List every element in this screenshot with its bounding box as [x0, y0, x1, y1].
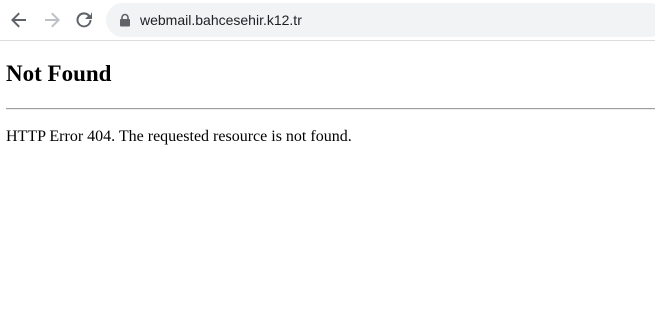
reload-button[interactable]: [69, 5, 99, 35]
back-button[interactable]: [4, 5, 34, 35]
url-text[interactable]: webmail.bahcesehir.k12.tr: [140, 3, 302, 37]
reload-icon: [75, 11, 93, 29]
forward-button[interactable]: [37, 5, 67, 35]
error-message: HTTP Error 404. The requested resource i…: [6, 128, 352, 145]
forward-arrow-icon: [43, 11, 61, 29]
page-content: Not Found HTTP Error 404. The requested …: [0, 41, 655, 326]
divider: [6, 108, 655, 110]
lock-icon[interactable]: [118, 13, 132, 27]
address-bar[interactable]: webmail.bahcesehir.k12.tr: [106, 3, 655, 37]
browser-toolbar: webmail.bahcesehir.k12.tr: [0, 0, 655, 41]
page-title: Not Found: [6, 61, 112, 86]
back-arrow-icon: [10, 11, 28, 29]
